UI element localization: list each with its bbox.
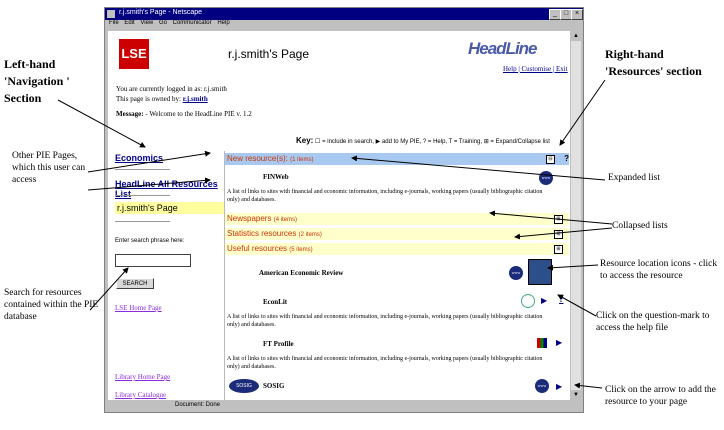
- arrow-expanded: [351, 155, 606, 181]
- arrow-other-pie-2: [87, 177, 211, 191]
- arrow-right-hand: [559, 79, 606, 146]
- arrow-left-hand: [57, 99, 146, 148]
- arrow-collapsed-2: [514, 227, 613, 240]
- arrow-location-icons: [547, 264, 599, 271]
- arrow-add: [574, 382, 603, 389]
- arrow-search: [89, 267, 129, 311]
- annotation-arrows: [57, 79, 613, 389]
- arrow-other-pie-1: [87, 150, 211, 173]
- arrow-collapsed-1: [489, 210, 613, 225]
- arrow-question-mark: [557, 294, 597, 317]
